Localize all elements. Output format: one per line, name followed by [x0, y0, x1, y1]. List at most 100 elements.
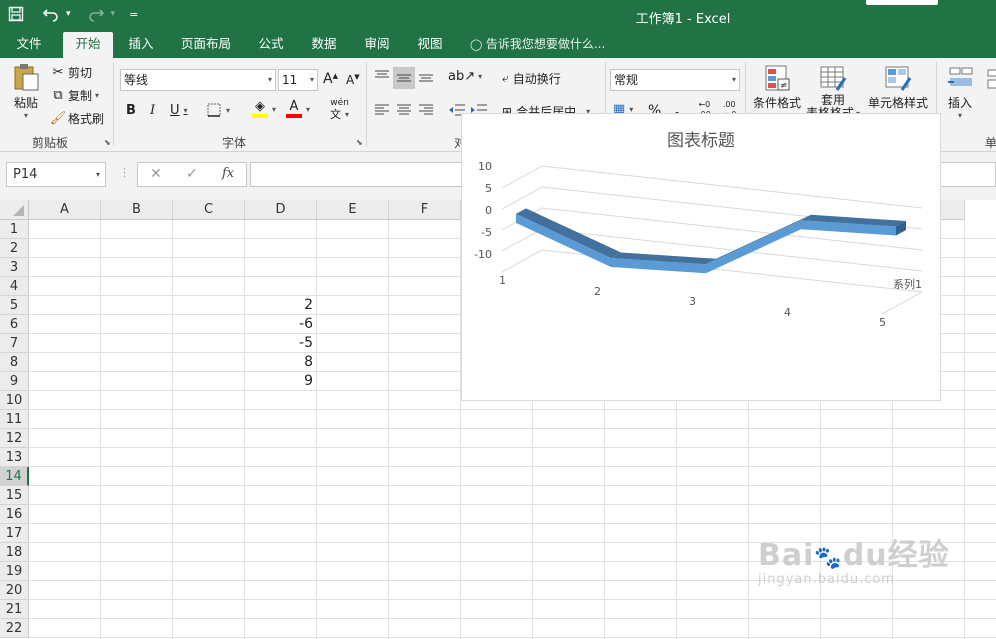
row-header-1[interactable]: 1 — [0, 220, 29, 239]
column-header-c[interactable]: C — [173, 200, 245, 220]
row-header-18[interactable]: 18 — [0, 543, 29, 562]
copy-button[interactable]: ⧉ 复制 ▾ — [50, 87, 99, 104]
paste-button[interactable]: 粘贴 ▾ — [8, 62, 44, 124]
floor-edge — [881, 291, 923, 315]
name-box[interactable]: P14 ▾ — [6, 162, 106, 187]
tab-page-layout[interactable]: 页面布局 — [172, 32, 240, 58]
format-as-table-button[interactable]: 套用 表格格式▾ — [803, 64, 863, 120]
align-center-icon[interactable] — [396, 103, 412, 117]
gridline — [501, 249, 923, 293]
column-header-e[interactable]: E — [317, 200, 389, 220]
series-area-front[interactable] — [516, 213, 896, 274]
row-header-4[interactable]: 4 — [0, 277, 29, 296]
align-right-icon[interactable] — [418, 103, 434, 117]
clipboard-launcher-icon[interactable]: ⬊ — [104, 138, 111, 147]
row-header-5[interactable]: 5 — [0, 296, 29, 315]
row-header-6[interactable]: 6 — [0, 315, 29, 334]
delete-cells-icon[interactable] — [986, 66, 996, 92]
conditional-format-icon: ≠ — [765, 65, 790, 91]
row-header-9[interactable]: 9 — [0, 372, 29, 391]
tab-review[interactable]: 审阅 — [352, 32, 402, 58]
insert-function-icon[interactable]: fx — [222, 166, 234, 181]
row-header-21[interactable]: 21 — [0, 600, 29, 619]
orientation-icon[interactable]: ab↗ ▾ — [448, 69, 482, 84]
conditional-format-button[interactable]: ≠ 条件格式 ▾ — [750, 64, 804, 120]
y-tick-label: -10 — [474, 248, 492, 261]
title-search-box[interactable] — [866, 0, 938, 5]
x-tick-label: 2 — [594, 284, 601, 298]
formula-bar-splitter-icon[interactable]: ⋮ — [119, 166, 130, 179]
bottom-align-icon[interactable] — [418, 69, 434, 83]
border-icon — [207, 103, 221, 117]
font-name-combo[interactable]: 等线 ▾ — [120, 69, 276, 91]
cell-d7[interactable]: -5 — [245, 334, 316, 353]
row-header-13[interactable]: 13 — [0, 448, 29, 467]
grow-font-button[interactable]: A ▲ — [323, 71, 338, 87]
phonetic-button[interactable]: wén 文 ▾ — [330, 98, 349, 120]
cell-d5[interactable]: 2 — [245, 296, 316, 315]
column-header-a[interactable]: A — [29, 200, 101, 220]
paint-bucket-icon: ◈ — [255, 99, 265, 114]
row-header-12[interactable]: 12 — [0, 429, 29, 448]
insert-cells-button[interactable]: 插入 ▾ — [944, 64, 976, 120]
row-header-11[interactable]: 11 — [0, 410, 29, 429]
row-header-19[interactable]: 19 — [0, 562, 29, 581]
row-header-15[interactable]: 15 — [0, 486, 29, 505]
top-align-icon[interactable] — [374, 69, 390, 83]
excel-window: ▾ ▾ = 工作簿1 - Excel 文件 开始 插入 页面布局 公式 数据 审… — [0, 0, 996, 639]
tab-view[interactable]: 视图 — [405, 32, 455, 58]
row-header-2[interactable]: 2 — [0, 239, 29, 258]
row-header-3[interactable]: 3 — [0, 258, 29, 277]
select-all-corner[interactable] — [0, 200, 29, 220]
bold-button[interactable]: B — [126, 103, 136, 118]
format-painter-button[interactable]: 🖌 格式刷 — [50, 110, 104, 127]
borders-button[interactable]: ▾ — [206, 102, 230, 118]
middle-align-icon[interactable] — [393, 67, 415, 89]
cell-d9[interactable]: 9 — [245, 372, 316, 391]
row-header-17[interactable]: 17 — [0, 524, 29, 543]
column-header-b[interactable]: B — [101, 200, 173, 220]
y-tick-label: 10 — [478, 160, 492, 173]
font-color-button[interactable]: A ▾ — [286, 100, 310, 118]
cut-button[interactable]: ✂ 剪切 — [50, 64, 92, 81]
clipboard-group-label: 剪贴板 — [31, 136, 68, 150]
row-header-16[interactable]: 16 — [0, 505, 29, 524]
shrink-font-button[interactable]: A ▼ — [346, 73, 360, 87]
x-tick-label: 4 — [784, 305, 791, 319]
font-color-icon: A — [289, 99, 299, 114]
font-launcher-icon[interactable]: ⬊ — [356, 138, 363, 147]
tab-file[interactable]: 文件 — [4, 32, 54, 58]
tab-formulas[interactable]: 公式 — [246, 32, 296, 58]
wrap-text-icon: ⤶ — [502, 71, 509, 85]
cell-d6[interactable]: -6 — [245, 315, 316, 334]
row-header-22[interactable]: 22 — [0, 619, 29, 638]
align-left-icon[interactable] — [374, 103, 390, 117]
row-header-10[interactable]: 10 — [0, 391, 29, 410]
column-header-d[interactable]: D — [245, 200, 317, 220]
legend-entry[interactable]: 系列1 — [893, 276, 922, 292]
italic-button[interactable]: I — [150, 103, 155, 118]
row-header-14[interactable]: 14 — [0, 467, 29, 486]
wrap-text-button[interactable]: ⤶ 自动换行 — [502, 70, 561, 87]
y-tick-label: -5 — [481, 226, 492, 239]
series-area-top-segment[interactable] — [516, 208, 621, 258]
fill-color-button[interactable]: ◈ ▾ — [252, 100, 276, 118]
row-header-8[interactable]: 8 — [0, 353, 29, 372]
number-format-combo[interactable]: 常规 ▾ — [610, 69, 740, 91]
font-size-combo[interactable]: 11 ▾ — [278, 69, 318, 91]
chart-object[interactable]: 图表标题 10 5 0 -5 -10 12345 系列1 — [461, 113, 941, 401]
column-header-f[interactable]: F — [389, 200, 461, 220]
tab-data[interactable]: 数据 — [299, 32, 349, 58]
row-header-20[interactable]: 20 — [0, 581, 29, 600]
underline-button[interactable]: U ▾ — [170, 103, 188, 118]
tab-home[interactable]: 开始 — [63, 32, 113, 58]
cell-styles-button[interactable]: 单元格样式 ▾ — [866, 64, 930, 120]
row-header-7[interactable]: 7 — [0, 334, 29, 353]
enter-icon[interactable]: ✓ — [186, 166, 198, 182]
tell-me-box[interactable]: ◯ 告诉我您想要做什么... — [470, 32, 605, 58]
cancel-icon[interactable]: ✕ — [150, 166, 162, 182]
insert-cells-icon — [948, 67, 973, 86]
y-tick-label: 0 — [485, 204, 492, 217]
cell-d8[interactable]: 8 — [245, 353, 316, 372]
tab-insert[interactable]: 插入 — [116, 32, 166, 58]
